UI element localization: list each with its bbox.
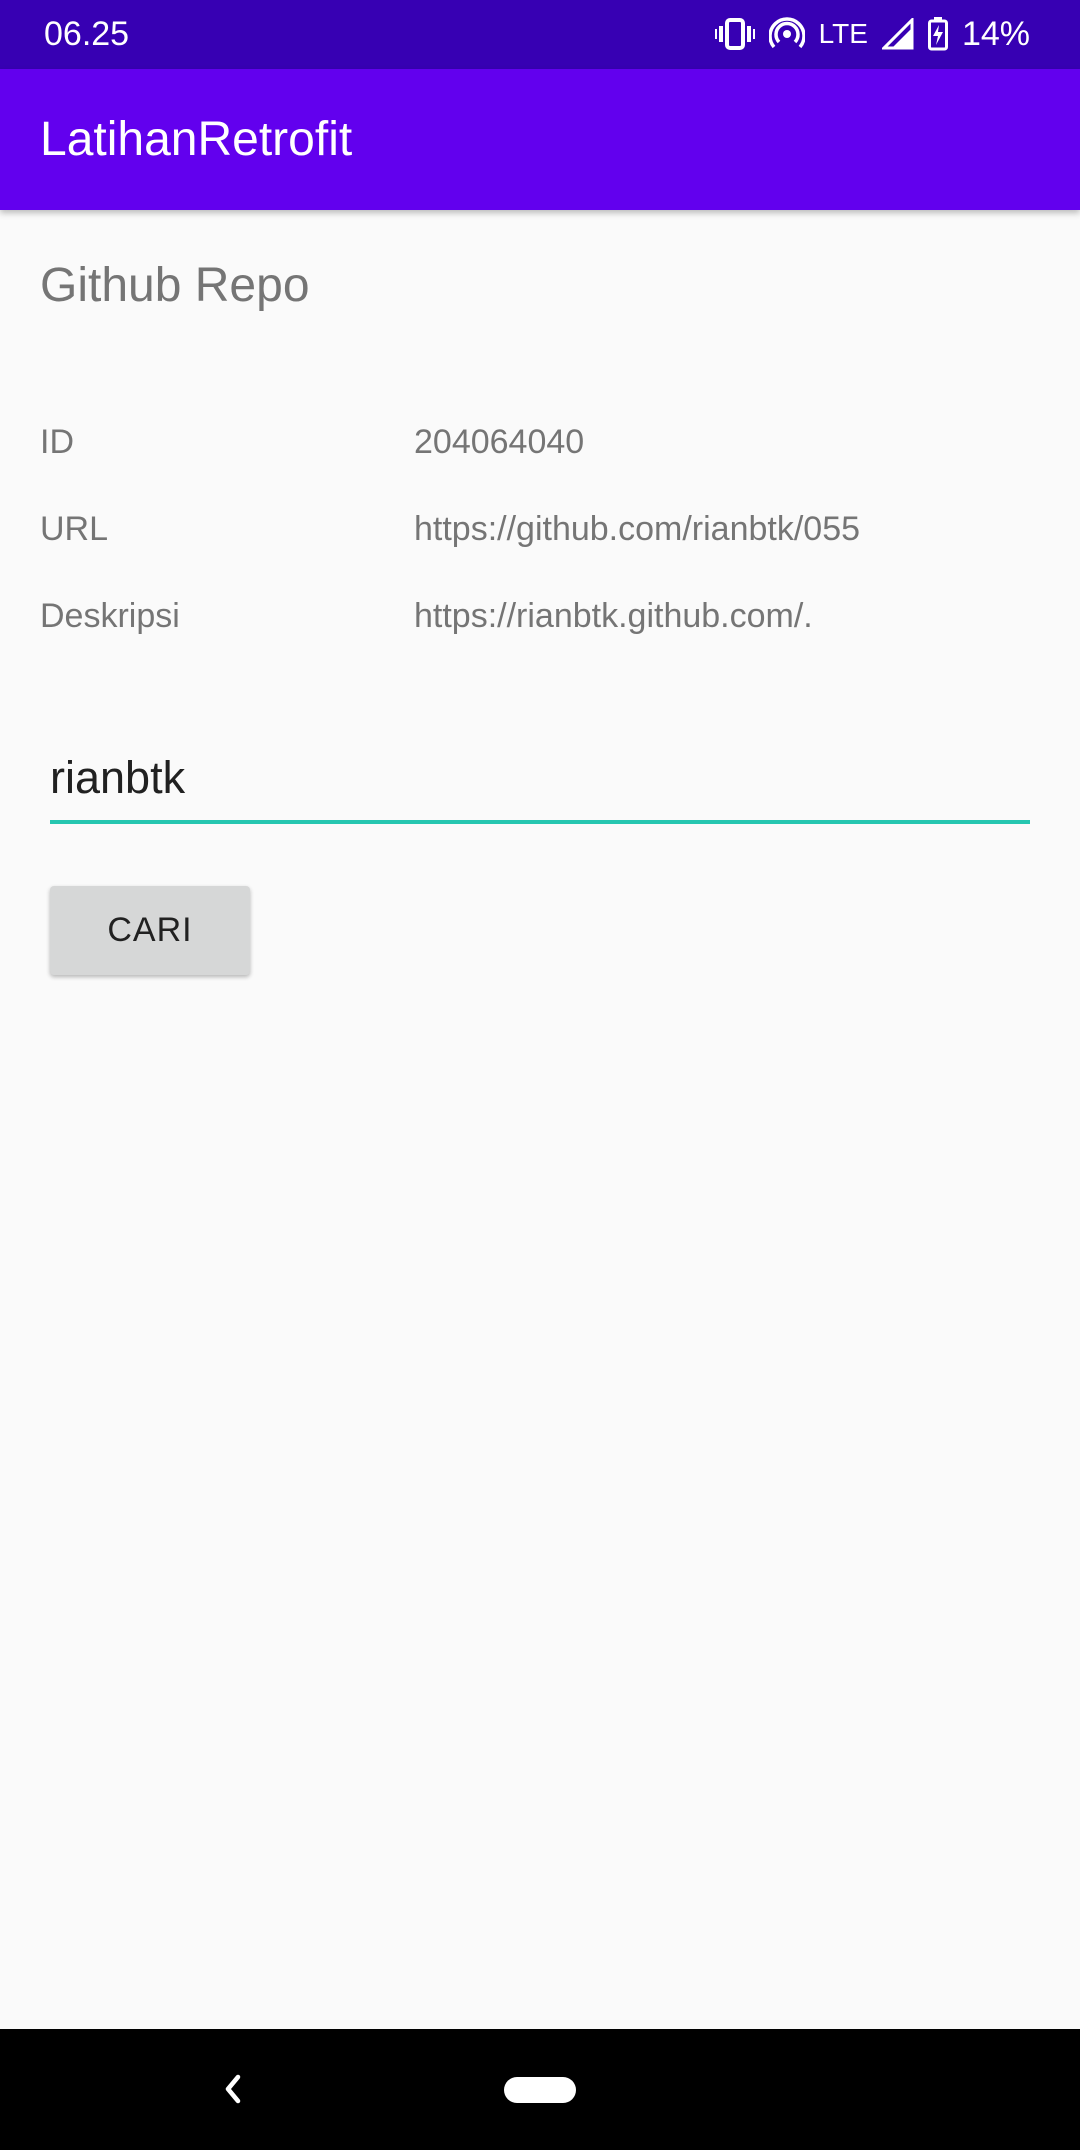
deskripsi-label: Deskripsi [40, 597, 180, 635]
info-row-deskripsi: Deskripsi https://rianbtk.github.com/. [40, 591, 1040, 641]
navigation-bar [0, 2029, 1080, 2150]
info-row-url: URL https://github.com/rianbtk/055 [40, 504, 1040, 554]
search-button[interactable]: CARI [50, 886, 250, 975]
id-value: 204064040 [414, 423, 585, 461]
status-time: 06.25 [44, 15, 130, 53]
input-underline [50, 820, 1030, 824]
network-type: LTE [818, 18, 868, 49]
app-title: LatihanRetrofit [40, 113, 353, 166]
status-bar: 06.25 LTE 14% [0, 0, 1080, 69]
url-value: https://github.com/rianbtk/055 [414, 510, 861, 548]
hotspot-icon [768, 17, 805, 51]
back-icon[interactable] [218, 2069, 248, 2109]
app-bar: LatihanRetrofit [0, 69, 1080, 210]
battery-charging-icon [927, 17, 948, 51]
page-heading: Github Repo [40, 259, 310, 312]
info-row-id: ID 204064040 [40, 417, 1040, 467]
home-pill-icon[interactable] [504, 2077, 576, 2103]
vibrate-icon [714, 17, 755, 51]
url-label: URL [40, 510, 109, 548]
battery-level: 14% [961, 14, 1030, 53]
signal-icon [881, 18, 914, 50]
username-field [50, 740, 1030, 826]
status-icons: LTE 14% [714, 14, 1030, 54]
id-label: ID [40, 423, 74, 461]
deskripsi-value: https://rianbtk.github.com/. [414, 597, 813, 635]
username-input[interactable] [50, 740, 1030, 816]
